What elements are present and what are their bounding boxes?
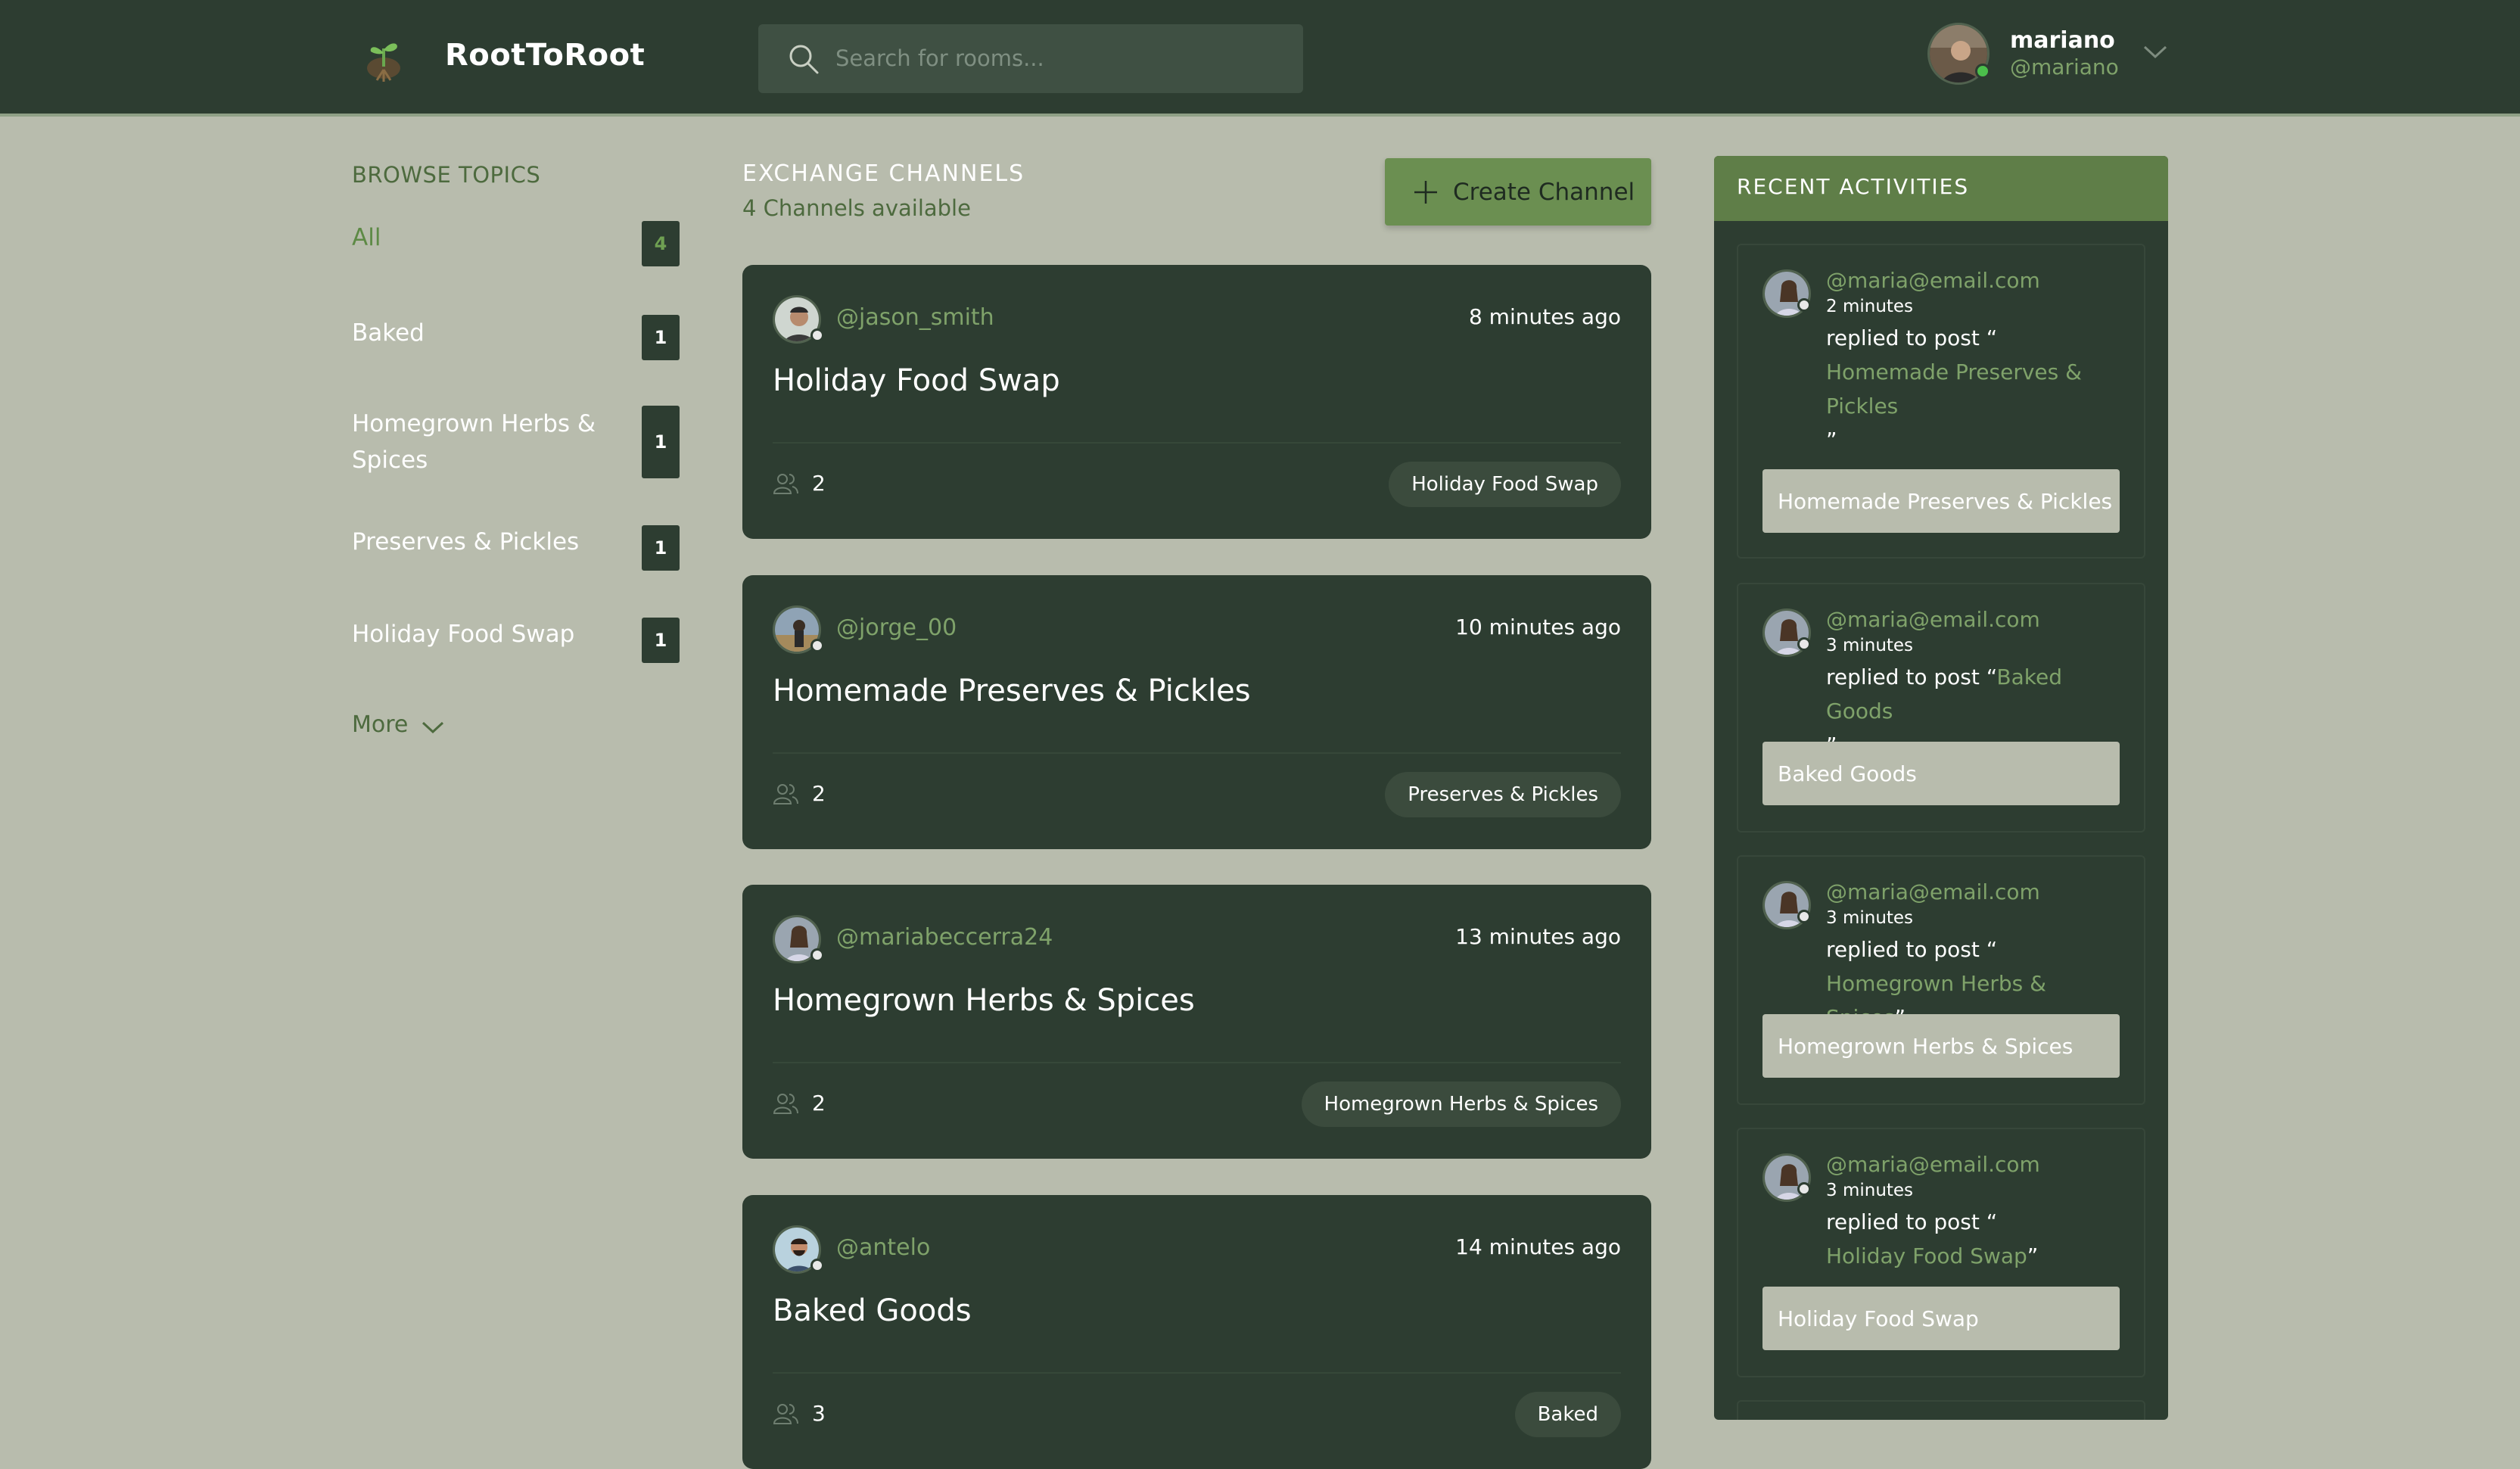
channel-title[interactable]: Homemade Preserves & Pickles [773,674,1251,708]
activity-text: replied to post “ Holiday Food Swap” [1826,1205,2129,1273]
activity-text: replied to post “ Homemade Preserves & P… [1826,321,2129,457]
activity-prefix: replied to post “ [1826,664,1997,689]
topic-label[interactable]: Baked [352,315,609,351]
activity-post-preview[interactable]: Homegrown Herbs & Spices [1762,1014,2120,1078]
participant-count: 3 [812,1401,826,1426]
activity-prefix: replied to post “ [1826,937,1998,962]
channel-card[interactable]: @mariabeccerra24 13 minutes ago Homegrow… [742,885,1651,1159]
online-status-dot [810,639,824,652]
online-status-dot [1797,1182,1811,1196]
topic-count-badge: 1 [642,406,680,478]
online-status-dot [810,328,824,342]
activity-suffix: ” [2027,1243,2039,1268]
top-navbar: RootToRoot mariano @mariano [0,0,2520,117]
channel-title[interactable]: Homegrown Herbs & Spices [773,983,1195,1018]
recent-activities-title: RECENT ACTIVITIES [1737,174,1970,199]
brand-name[interactable]: RootToRoot [445,38,645,73]
search-bar[interactable] [758,24,1303,93]
topic-label[interactable]: Preserves & Pickles [352,524,609,560]
activity-time: 3 minutes [1826,636,1914,655]
participant-count: 2 [812,471,826,496]
people-icon [773,474,798,494]
activity-prefix: replied to post “ [1826,325,1998,350]
more-topics-button[interactable]: More [352,711,408,738]
channel-timestamp: 13 minutes ago [1455,924,1621,949]
online-status-dot [810,948,824,962]
divider [773,752,1621,754]
online-status-dot [1975,64,1990,79]
online-status-dot [1797,298,1811,312]
participant-count: 2 [812,1091,826,1116]
topic-label[interactable]: Holiday Food Swap [352,616,609,652]
channel-host-handle[interactable]: @mariabeccerra24 [836,924,1053,951]
people-icon [773,1094,798,1114]
plus-icon [1414,180,1437,204]
channel-title[interactable]: Baked Goods [773,1293,972,1328]
participant-count: 2 [812,781,826,806]
topic-tag[interactable]: Preserves & Pickles [1385,772,1621,817]
search-icon [789,45,819,74]
channel-count: 4 Channels available [742,195,971,221]
activity-post-preview[interactable]: Baked Goods [1762,742,2120,805]
people-icon [773,1404,798,1424]
user-name[interactable]: mariano [2010,27,2115,54]
activity-item: @maria@email.com 2 minutes replied to po… [1737,244,2145,559]
activity-user-email[interactable]: @maria@email.com [1826,879,2040,904]
channel-host-handle[interactable]: @antelo [836,1234,930,1261]
activity-suffix: ” [1826,428,1837,453]
create-channel-label: Create Channel [1453,178,1635,206]
channel-card[interactable]: @jorge_00 10 minutes ago Homemade Preser… [742,575,1651,849]
activity-user-email[interactable]: @maria@email.com [1826,268,2040,293]
logo-icon[interactable] [359,32,409,85]
search-input[interactable] [834,36,1280,80]
activity-prefix: replied to post “ [1826,1209,1998,1234]
activity-item [1737,1400,2145,1420]
browse-topics-heading: BROWSE TOPICS [352,162,541,188]
divider [773,1372,1621,1374]
people-icon [773,784,798,805]
recent-activities-panel: RECENT ACTIVITIES @maria@email.com 2 min… [1714,156,2168,1420]
activity-item: @maria@email.com 3 minutes replied to po… [1737,855,2145,1105]
divider [773,442,1621,444]
activity-item: @maria@email.com 3 minutes replied to po… [1737,1128,2145,1377]
online-status-dot [1797,637,1811,651]
page-title: EXCHANGE CHANNELS [742,160,1025,187]
topic-count-badge: 4 [642,221,680,266]
channel-host-handle[interactable]: @jason_smith [836,304,994,331]
chevron-down-icon[interactable] [421,719,445,736]
activity-post-preview[interactable]: Holiday Food Swap [1762,1287,2120,1350]
chevron-down-icon[interactable] [2142,42,2169,61]
topic-tag[interactable]: Baked [1514,1392,1621,1437]
activity-user-email[interactable]: @maria@email.com [1826,1152,2040,1177]
activity-time: 3 minutes [1826,1181,1914,1200]
channel-title[interactable]: Holiday Food Swap [773,363,1060,398]
channel-card[interactable]: @jason_smith 8 minutes ago Holiday Food … [742,265,1651,539]
online-status-dot [1797,910,1811,923]
channel-host-handle[interactable]: @jorge_00 [836,615,957,641]
activity-item: @maria@email.com 3 minutes replied to po… [1737,583,2145,833]
topic-tag[interactable]: Homegrown Herbs & Spices [1301,1082,1621,1127]
divider [773,1062,1621,1063]
recent-activities-header: RECENT ACTIVITIES [1714,156,2168,221]
activity-time: 2 minutes [1826,297,1914,316]
activity-post-link[interactable]: Homemade Preserves & Pickles [1826,359,2082,419]
topic-label[interactable]: Homegrown Herbs & Spices [352,406,609,478]
topic-label[interactable]: All [352,219,609,256]
channel-timestamp: 14 minutes ago [1455,1234,1621,1259]
topic-count-badge: 1 [642,525,680,571]
user-handle: @mariano [2010,54,2119,79]
activity-post-preview[interactable]: Homemade Preserves & Pickles [1762,469,2120,533]
channel-timestamp: 8 minutes ago [1468,304,1621,329]
online-status-dot [810,1259,824,1272]
create-channel-button[interactable]: Create Channel [1385,158,1651,226]
channel-timestamp: 10 minutes ago [1455,615,1621,640]
topic-count-badge: 1 [642,315,680,360]
activity-time: 3 minutes [1826,908,1914,928]
activity-post-link[interactable]: Holiday Food Swap [1826,1243,2027,1268]
activity-user-email[interactable]: @maria@email.com [1826,607,2040,632]
topic-tag[interactable]: Holiday Food Swap [1389,462,1621,507]
channel-card[interactable]: @antelo 14 minutes ago Baked Goods 3 Bak… [742,1195,1651,1469]
topic-count-badge: 1 [642,618,680,663]
